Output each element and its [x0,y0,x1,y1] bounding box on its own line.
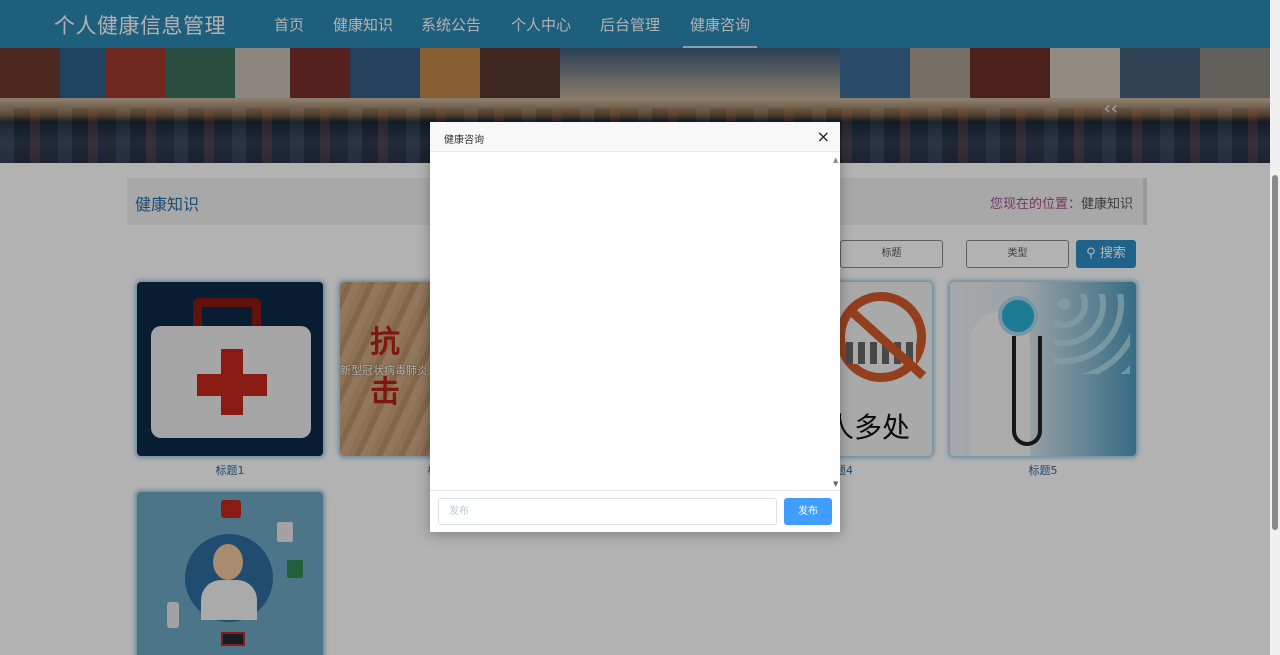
publish-button[interactable]: 发布 [784,498,832,525]
scroll-down-icon[interactable]: ▼ [833,480,838,488]
dialog-footer: 发布 [430,490,840,532]
message-input[interactable] [438,498,777,525]
dialog-header: 健康咨询 × [430,122,840,152]
scroll-up-icon[interactable]: ▲ [833,156,838,164]
scrollbar-thumb[interactable] [1272,175,1278,530]
page-scrollbar[interactable] [1270,0,1280,655]
chat-message-area [430,152,840,492]
dialog-title: 健康咨询 [444,135,484,146]
consultation-dialog: 健康咨询 × ▲ ▼ 发布 [430,122,840,532]
chat-scrollbar[interactable]: ▲ ▼ [832,152,840,490]
close-icon[interactable]: × [817,127,830,146]
